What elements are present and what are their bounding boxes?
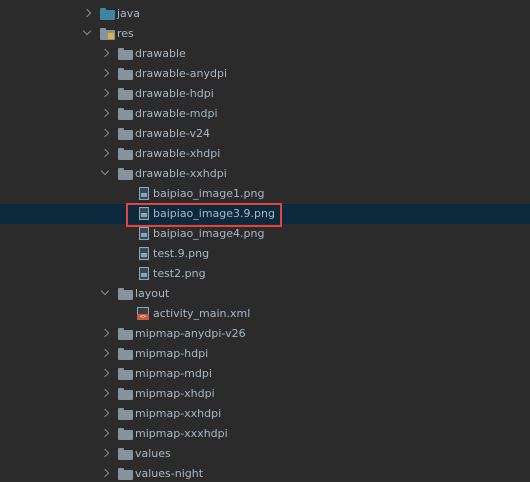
tree-item-label: activity_main.xml [153, 307, 251, 320]
image-file-icon [139, 187, 149, 200]
folder-icon [118, 388, 133, 400]
tree-row[interactable]: drawable-xxhdpi [0, 164, 530, 184]
image-file-icon [139, 247, 149, 260]
tree-row[interactable]: java [0, 4, 530, 24]
tree-row[interactable]: mipmap-hdpi [0, 344, 530, 364]
tree-item-label: drawable-v24 [135, 127, 210, 140]
tree-row[interactable]: mipmap-anydpi-v26 [0, 324, 530, 344]
tree-row[interactable]: layout [0, 284, 530, 304]
tree-item-label: mipmap-anydpi-v26 [135, 327, 246, 340]
chevron-right-icon[interactable] [100, 468, 110, 478]
chevron-right-icon[interactable] [100, 408, 110, 418]
image-file-icon [139, 227, 149, 240]
tree-item-label: baipiao_image1.png [153, 187, 265, 200]
tree-item-label: mipmap-xxxhdpi [135, 427, 228, 440]
tree-item-label: mipmap-xxhdpi [135, 407, 222, 420]
folder-icon [118, 328, 133, 340]
tree-row[interactable]: mipmap-xxhdpi [0, 404, 530, 424]
image-file-icon [139, 207, 149, 220]
chevron-right-icon[interactable] [100, 68, 110, 78]
tree-row[interactable]: baipiao_image1.png [0, 184, 530, 204]
chevron-right-icon[interactable] [100, 388, 110, 398]
tree-item-label: values-night [135, 467, 204, 480]
tree-item-label: drawable-xhdpi [135, 147, 221, 160]
folder-resource-icon [100, 28, 115, 40]
tree-row[interactable]: res [0, 24, 530, 44]
folder-icon [118, 128, 133, 140]
folder-icon [118, 108, 133, 120]
chevron-right-icon[interactable] [82, 8, 92, 18]
tree-item-label: drawable-xxhdpi [135, 167, 227, 180]
tree-row[interactable]: <> activity_main.xml [0, 304, 530, 324]
folder-icon [118, 148, 133, 160]
tree-row[interactable]: drawable-mdpi [0, 104, 530, 124]
tree-item-label: baipiao_image3.9.png [153, 207, 275, 220]
tree-item-label: drawable-mdpi [135, 107, 218, 120]
tree-item-label: mipmap-hdpi [135, 347, 209, 360]
tree-row[interactable]: baipiao_image4.png [0, 224, 530, 244]
folder-icon [118, 48, 133, 60]
chevron-down-icon[interactable] [100, 286, 110, 296]
tree-row[interactable]: mipmap-xhdpi [0, 384, 530, 404]
chevron-down-icon[interactable] [100, 166, 110, 176]
tree-item-label: mipmap-mdpi [135, 367, 212, 380]
tree-row[interactable]: baipiao_image3.9.png [0, 204, 530, 224]
folder-icon [118, 408, 133, 420]
chevron-right-icon[interactable] [100, 128, 110, 138]
folder-icon [118, 348, 133, 360]
xml-file-icon: <> [137, 307, 149, 320]
tree-row[interactable]: drawable-v24 [0, 124, 530, 144]
chevron-right-icon[interactable] [100, 368, 110, 378]
chevron-down-icon[interactable] [82, 26, 92, 36]
tree-row[interactable]: test.9.png [0, 244, 530, 264]
tree-row[interactable]: mipmap-mdpi [0, 364, 530, 384]
chevron-right-icon[interactable] [100, 108, 110, 118]
chevron-right-icon[interactable] [100, 48, 110, 58]
chevron-right-icon[interactable] [100, 148, 110, 158]
tree-row[interactable]: drawable-xhdpi [0, 144, 530, 164]
chevron-right-icon[interactable] [100, 448, 110, 458]
folder-icon [118, 468, 133, 480]
tree-item-label: layout [135, 287, 170, 300]
folder-icon [118, 368, 133, 380]
project-tree: java res drawable drawable-anydpi drawable-h… [0, 0, 530, 482]
folder-icon [118, 88, 133, 100]
tree-item-label: values [135, 447, 171, 460]
tree-row[interactable]: drawable-anydpi [0, 64, 530, 84]
tree-item-label: drawable [135, 47, 186, 60]
chevron-right-icon[interactable] [100, 428, 110, 438]
tree-item-label: baipiao_image4.png [153, 227, 265, 240]
xml-tag-glyph: <> [137, 314, 149, 320]
tree-row[interactable]: drawable-hdpi [0, 84, 530, 104]
tree-row[interactable]: values-night [0, 464, 530, 482]
folder-icon [118, 68, 133, 80]
tree-row[interactable]: mipmap-xxxhdpi [0, 424, 530, 444]
chevron-right-icon[interactable] [100, 88, 110, 98]
chevron-right-icon[interactable] [100, 348, 110, 358]
tree-item-label: drawable-anydpi [135, 67, 228, 80]
tree-item-label: java [117, 7, 141, 20]
folder-icon [118, 428, 133, 440]
chevron-right-icon[interactable] [100, 328, 110, 338]
tree-row[interactable]: values [0, 444, 530, 464]
folder-icon [118, 288, 133, 300]
tree-row[interactable]: drawable [0, 44, 530, 64]
tree-item-label: res [117, 27, 134, 40]
image-file-icon [139, 267, 149, 280]
folder-icon [118, 168, 133, 180]
tree-item-label: test2.png [153, 267, 206, 280]
tree-row[interactable]: test2.png [0, 264, 530, 284]
tree-item-label: drawable-hdpi [135, 87, 214, 100]
folder-icon [118, 448, 133, 460]
tree-item-label: test.9.png [153, 247, 210, 260]
folder-blue-icon [100, 8, 115, 20]
tree-item-label: mipmap-xhdpi [135, 387, 215, 400]
